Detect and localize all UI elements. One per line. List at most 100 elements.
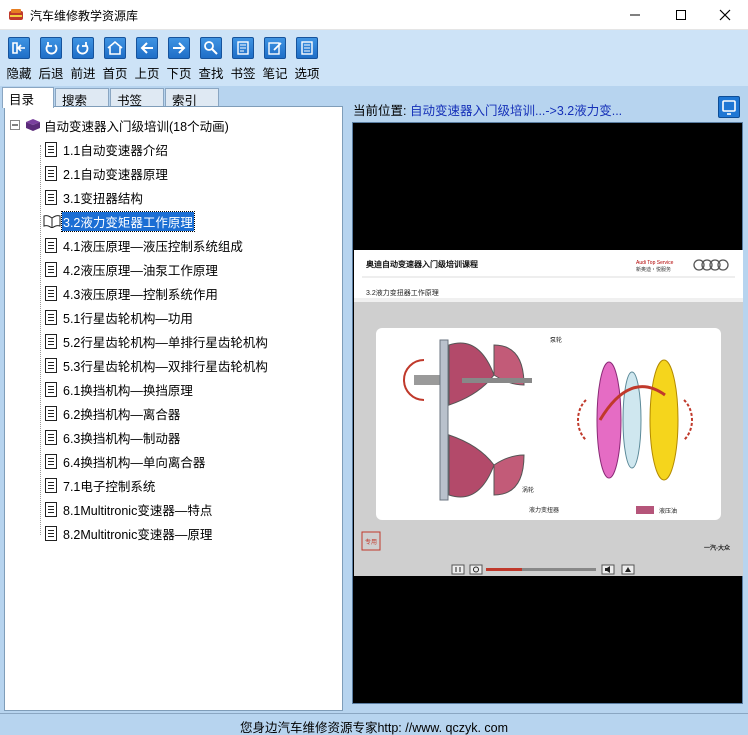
hide-panel-icon xyxy=(8,37,30,59)
brand-line-2: 新奥迪・悦服务 xyxy=(636,266,671,273)
document-icon xyxy=(45,405,57,421)
document-icon xyxy=(45,141,57,157)
options-button[interactable]: 选项 xyxy=(291,37,323,83)
tab-index[interactable]: 索引 xyxy=(165,88,219,108)
back-icon xyxy=(40,37,62,59)
toolbar-label: 首页 xyxy=(102,67,128,81)
breadcrumb-path[interactable]: 自动变速器入门级培训...->3.2液力变... xyxy=(410,104,622,118)
tree-guide-line xyxy=(40,145,41,535)
slide-caption: 液力变扭器 xyxy=(529,506,559,514)
next-page-button[interactable]: 下页 xyxy=(163,37,195,83)
tree-item[interactable]: 4.3液压原理—控制系统作用 xyxy=(45,283,218,303)
forward-button[interactable]: 前进 xyxy=(67,37,99,83)
toolbar-label: 隐藏 xyxy=(6,67,32,81)
tree-item[interactable]: 3.1变扭器结构 xyxy=(45,187,143,207)
tree-item[interactable]: 6.1换挡机构—换挡原理 xyxy=(45,379,193,399)
tree-item-label: 3.2液力变矩器工作原理 xyxy=(61,210,195,232)
status-bar: 您身边汽车维修资源专家http: //www. qczyk. com xyxy=(0,713,748,735)
toolbar-label: 后退 xyxy=(38,67,64,81)
footer-brand: 一汽-大众 xyxy=(704,544,731,552)
hide-button[interactable]: 隐藏 xyxy=(3,37,35,83)
close-button[interactable] xyxy=(702,0,748,30)
tab-search[interactable]: 搜索 xyxy=(55,88,109,108)
home-button[interactable]: 首页 xyxy=(99,37,131,83)
collapse-icon[interactable] xyxy=(10,120,20,130)
monitor-icon xyxy=(722,100,736,115)
document-icon xyxy=(45,501,57,517)
replay-button[interactable] xyxy=(469,564,483,575)
note-icon xyxy=(264,37,286,59)
document-icon xyxy=(45,429,57,445)
maximize-icon xyxy=(676,10,686,20)
tree-item-label: 6.1换挡机构—换挡原理 xyxy=(63,383,193,398)
tree-item[interactable]: 5.1行星齿轮机构—功用 xyxy=(45,307,193,327)
course-title: 奥迪自动变速器入门级培训课程 xyxy=(365,259,478,269)
search-button[interactable]: 查找 xyxy=(195,37,227,83)
tree-item[interactable]: 4.2液压原理—油泵工作原理 xyxy=(45,259,218,279)
book-icon xyxy=(26,119,40,131)
brand-line-1: Audi Top Service xyxy=(636,260,674,266)
tree-item[interactable]: 1.1自动变速器介绍 xyxy=(45,139,168,159)
legend-swatch xyxy=(636,506,654,514)
player-bar xyxy=(451,564,635,575)
document-icon xyxy=(45,381,57,397)
tree-item[interactable]: 5.2行星齿轮机构—单排行星齿轮机构 xyxy=(45,331,268,351)
document-icon xyxy=(45,309,57,325)
document-icon xyxy=(45,525,57,541)
maximize-button[interactable] xyxy=(658,0,704,30)
toolbar-label: 查找 xyxy=(198,67,224,81)
turbine-label: 涡轮 xyxy=(522,486,534,494)
tree-item-label: 7.1电子控制系统 xyxy=(63,479,156,494)
tree-item-label: 6.4换挡机构—单向离合器 xyxy=(63,455,206,470)
forward-icon xyxy=(72,37,94,59)
tree-item-label: 3.1变扭器结构 xyxy=(63,191,143,206)
search-icon xyxy=(200,37,222,59)
document-icon xyxy=(45,189,57,205)
toolbar-label: 笔记 xyxy=(262,67,288,81)
document-icon xyxy=(45,261,57,277)
fullscreen-button[interactable] xyxy=(718,96,740,118)
tree-item-selected[interactable]: 3.2液力变矩器工作原理 xyxy=(43,210,195,232)
tree-item[interactable]: 5.3行星齿轮机构—双排行星齿轮机构 xyxy=(45,355,268,375)
toolbar-label: 书签 xyxy=(230,67,256,81)
minimize-button[interactable] xyxy=(612,0,658,30)
document-icon xyxy=(45,237,57,253)
tree-item[interactable]: 6.2换挡机构—离合器 xyxy=(45,403,180,423)
tree-item-label: 2.1自动变速器原理 xyxy=(63,167,168,182)
options-icon xyxy=(296,37,318,59)
toolbar-label: 前进 xyxy=(70,67,96,81)
tree-item-label: 6.3换挡机构—制动器 xyxy=(63,431,181,446)
tree-item-label: 5.2行星齿轮机构—单排行星齿轮机构 xyxy=(63,335,268,350)
back-button[interactable]: 后退 xyxy=(35,37,67,83)
tree-root[interactable]: 自动变速器入门级培训(18个动画) xyxy=(10,115,229,135)
document-icon xyxy=(45,165,57,181)
tab-bookmarks[interactable]: 书签 xyxy=(110,88,164,108)
app-icon xyxy=(9,9,23,20)
note-button[interactable]: 笔记 xyxy=(259,37,291,83)
tab-contents[interactable]: 目录 xyxy=(2,87,54,108)
document-icon xyxy=(45,333,57,349)
tree-item[interactable]: 4.1液压原理—液压控制系统组成 xyxy=(45,235,243,255)
previous-page-icon xyxy=(136,37,158,59)
tree-item[interactable]: 7.1电子控制系统 xyxy=(45,475,155,495)
pause-button[interactable] xyxy=(451,564,465,575)
bookmark-icon xyxy=(232,37,254,59)
seal-text: 专用 xyxy=(365,538,377,546)
document-icon xyxy=(45,357,57,373)
tree-item-label: 4.3液压原理—控制系统作用 xyxy=(63,287,218,302)
tree-item[interactable]: 6.4换挡机构—单向离合器 xyxy=(45,451,205,471)
animation-viewer[interactable]: 奥迪自动变速器入门级培训课程 Audi Top Service 新奥迪・悦服务 … xyxy=(352,122,743,704)
toolbar-label: 上页 xyxy=(134,67,160,81)
tree-item-label: 6.2换挡机构—离合器 xyxy=(63,407,181,422)
tree-item[interactable]: 2.1自动变速器原理 xyxy=(45,163,168,183)
tree-item[interactable]: 6.3换挡机构—制动器 xyxy=(45,427,180,447)
tree-item[interactable]: 8.1Multitronic变速器—特点 xyxy=(45,499,212,519)
breadcrumb-label: 当前位置: xyxy=(353,104,407,118)
tree-root-label: 自动变速器入门级培训(18个动画) xyxy=(44,119,229,134)
previous-page-button[interactable]: 上页 xyxy=(131,37,163,83)
bookmark-button[interactable]: 书签 xyxy=(227,37,259,83)
document-icon xyxy=(45,453,57,469)
tree-item-label: 4.2液压原理—油泵工作原理 xyxy=(63,263,218,278)
home-icon xyxy=(104,37,126,59)
tree-item[interactable]: 8.2Multitronic变速器—原理 xyxy=(45,523,212,543)
